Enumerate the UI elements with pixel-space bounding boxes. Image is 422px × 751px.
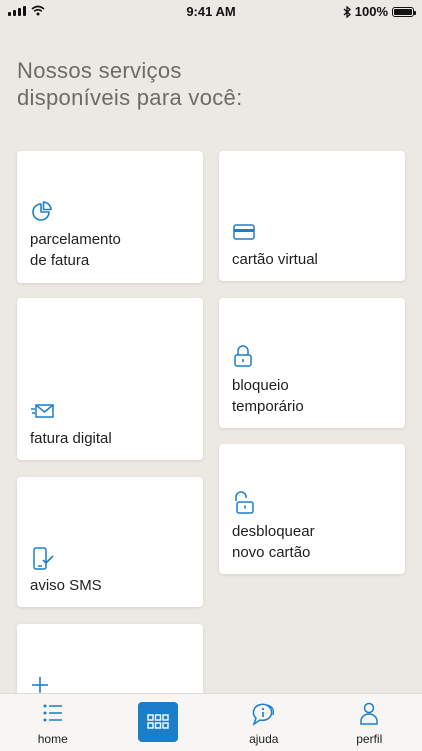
card-aviso-sms[interactable]: aviso SMS: [17, 477, 203, 607]
tab-label: ajuda: [211, 732, 317, 746]
credit-card-icon: [233, 224, 255, 240]
card-label: parcelamento de fatura: [30, 229, 121, 271]
lock-icon: [233, 345, 253, 367]
pie-chart-icon: [31, 201, 53, 223]
status-right: 100%: [343, 4, 414, 19]
card-parcelamento-de-fatura[interactable]: parcelamento de fatura: [17, 151, 203, 283]
status-bar: 9:41 AM 100%: [0, 0, 422, 24]
tab-services[interactable]: [106, 694, 212, 751]
card-label: bloqueio temporário: [232, 375, 304, 417]
phone-check-icon: [31, 547, 55, 571]
card-desbloquear-novo-cartao[interactable]: desbloquear novo cartão: [219, 444, 405, 574]
card-fatura-digital[interactable]: fatura digital: [17, 298, 203, 460]
card-cartao-virtual[interactable]: cartão virtual: [219, 151, 405, 281]
tab-perfil[interactable]: perfil: [317, 694, 422, 751]
page-title: Nossos serviços disponíveis para você:: [17, 57, 397, 111]
battery-percent: 100%: [355, 4, 388, 19]
tab-ajuda[interactable]: ajuda: [211, 694, 317, 751]
plus-icon: [31, 676, 49, 694]
help-chat-icon: [251, 702, 277, 726]
bluetooth-icon: [343, 6, 351, 18]
card-label: desbloquear novo cartão: [232, 521, 315, 563]
person-icon: [359, 702, 379, 726]
tab-label: perfil: [317, 732, 422, 746]
battery-icon: [392, 7, 414, 17]
unlock-icon: [233, 491, 255, 514]
card-label: cartão virtual: [232, 249, 318, 270]
envelope-icon: [31, 402, 55, 420]
card-bloqueio-temporario[interactable]: bloqueio temporário: [219, 298, 405, 428]
card-label: fatura digital: [30, 428, 112, 449]
tab-bar: home ajuda perfil: [0, 693, 422, 751]
tab-home[interactable]: home: [0, 694, 106, 751]
tab-label: home: [0, 732, 106, 746]
card-label: aviso SMS: [30, 575, 102, 596]
services-tab-active: [138, 702, 178, 742]
grid-icon: [138, 702, 178, 742]
list-icon: [42, 702, 64, 724]
